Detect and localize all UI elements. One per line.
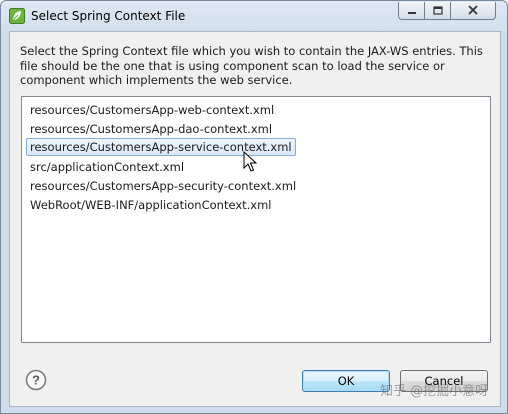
list-item[interactable]: resources/CustomersApp-security-context.… (27, 177, 299, 195)
dialog-body: Select the Spring Context file which you… (9, 31, 501, 407)
maximize-icon (432, 4, 443, 18)
dialog-description: Select the Spring Context file which you… (20, 44, 483, 87)
list-item[interactable]: resources/CustomersApp-web-context.xml (27, 101, 277, 119)
svg-text:?: ? (32, 373, 40, 388)
ok-button[interactable]: OK (302, 370, 390, 392)
window-title: Select Spring Context File (31, 9, 186, 23)
spring-leaf-icon (9, 8, 25, 24)
list-item[interactable]: resources/CustomersApp-dao-context.xml (27, 120, 275, 138)
maximize-button[interactable] (424, 2, 451, 20)
close-button[interactable] (450, 2, 496, 20)
close-icon (468, 4, 478, 18)
watermark-text: 知乎 @挖掘小意呀 (380, 384, 489, 399)
minimize-icon (407, 4, 417, 18)
title-bar[interactable]: Select Spring Context File (1, 1, 507, 31)
list-item[interactable]: WebRoot/WEB-INF/applicationContext.xml (27, 196, 275, 214)
list-item[interactable]: src/applicationContext.xml (27, 158, 187, 176)
dialog-window: Select Spring Context File Select the Sp… (0, 0, 508, 414)
context-file-list[interactable]: resources/CustomersApp-web-context.xml r… (21, 96, 491, 343)
help-icon[interactable]: ? (25, 369, 47, 391)
minimize-button[interactable] (398, 2, 425, 20)
mouse-cursor-icon (243, 150, 258, 173)
